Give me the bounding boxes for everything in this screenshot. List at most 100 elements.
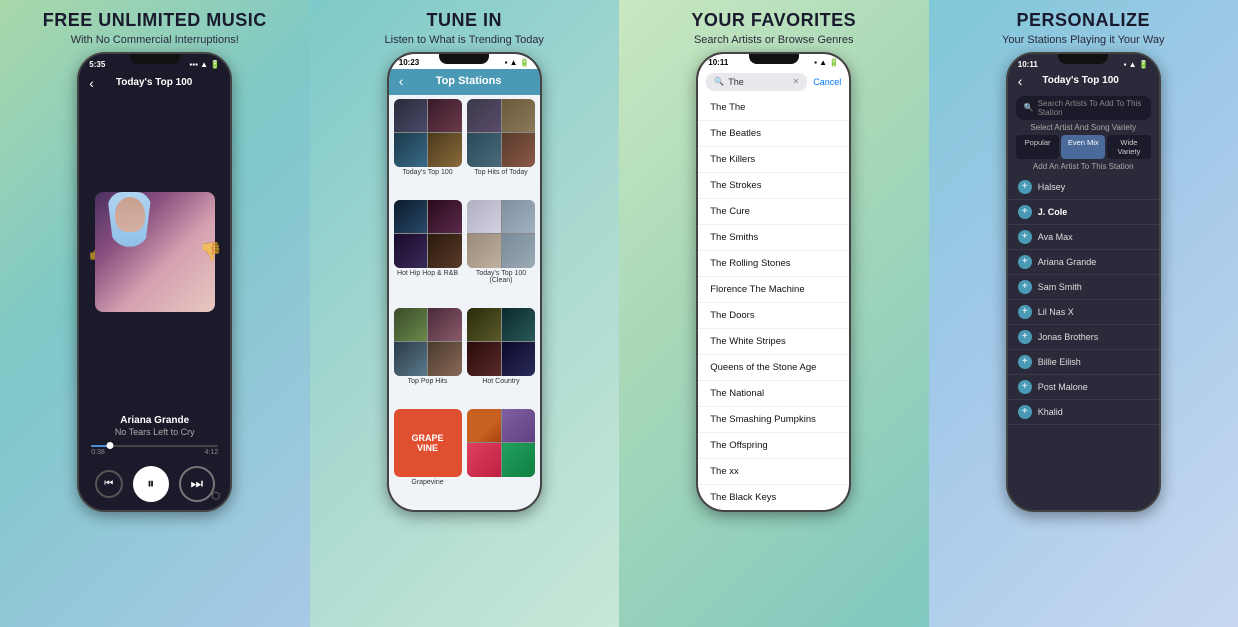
- station-item-0[interactable]: Today's Top 100: [393, 99, 463, 196]
- skip-forward-btn[interactable]: ⏭: [179, 466, 215, 502]
- result-7[interactable]: Florence The Machine: [698, 277, 849, 303]
- artist-item-1[interactable]: + J. Cole: [1008, 200, 1159, 225]
- status-icons-2: ▪ ▲ 🔋: [505, 58, 530, 67]
- player-nav-right[interactable]: 👎: [200, 241, 222, 262]
- variety-evenmix[interactable]: Even Mix: [1061, 135, 1105, 159]
- artist-item-3[interactable]: + Ariana Grande: [1008, 250, 1159, 275]
- station-item-7[interactable]: [466, 409, 536, 506]
- station-img-0: [394, 99, 462, 167]
- search-cancel-btn[interactable]: Cancel: [813, 77, 841, 87]
- add-artist-label: Add An Artist To This Station: [1008, 162, 1159, 171]
- airplay-icon[interactable]: ⬡: [212, 491, 221, 502]
- pause-btn[interactable]: ⏸: [133, 466, 169, 502]
- notch-1: [130, 54, 180, 64]
- panel-tune-in: TUNE IN Listen to What is Trending Today…: [310, 0, 620, 627]
- station-label-1: Top Hits of Today: [474, 169, 528, 176]
- add-icon-8[interactable]: +: [1018, 380, 1032, 394]
- add-icon-7[interactable]: +: [1018, 355, 1032, 369]
- variety-widevariety[interactable]: Wide Variety: [1107, 135, 1151, 159]
- result-3[interactable]: The Strokes: [698, 173, 849, 199]
- add-icon-0[interactable]: +: [1018, 180, 1032, 194]
- station-img-2: [394, 200, 462, 268]
- result-4[interactable]: The Cure: [698, 199, 849, 225]
- pers-search-box[interactable]: 🔍 Search Artists To Add To This Station: [1016, 96, 1151, 120]
- add-icon-2[interactable]: +: [1018, 230, 1032, 244]
- artist-item-9[interactable]: + Khalid: [1008, 400, 1159, 425]
- result-14[interactable]: The xx: [698, 459, 849, 485]
- station-img-7: [467, 409, 535, 477]
- skip-back-btn[interactable]: ⏮: [95, 470, 123, 498]
- add-icon-3[interactable]: +: [1018, 255, 1032, 269]
- pers-screen-title: Today's Top 100: [1026, 75, 1134, 86]
- artist-item-8[interactable]: + Post Malone: [1008, 375, 1159, 400]
- search-clear-icon[interactable]: ✕: [793, 77, 800, 86]
- add-icon-5[interactable]: +: [1018, 305, 1032, 319]
- result-10[interactable]: Queens of the Stone Age: [698, 355, 849, 381]
- result-5[interactable]: The Smiths: [698, 225, 849, 251]
- artist-item-0[interactable]: + Halsey: [1008, 175, 1159, 200]
- panel-free-music: FREE UNLIMITED MUSIC With No Commercial …: [0, 0, 310, 627]
- panel-1-title: FREE UNLIMITED MUSIC: [43, 10, 267, 32]
- result-12[interactable]: The Smashing Pumpkins: [698, 407, 849, 433]
- result-6[interactable]: The Rolling Stones: [698, 251, 849, 277]
- station-item-4[interactable]: Top Pop Hits: [393, 308, 463, 405]
- artist-item-2[interactable]: + Ava Max: [1008, 225, 1159, 250]
- pers-search-icon: 🔍: [1024, 103, 1034, 112]
- station-item-5[interactable]: Hot Country: [466, 308, 536, 405]
- screen-2: 10:23 ▪ ▲ 🔋 ‹ Top Stations Today's Top 1…: [389, 54, 540, 510]
- personalize-header: ‹ Today's Top 100: [1008, 71, 1159, 93]
- pers-back-btn[interactable]: ‹: [1018, 73, 1023, 89]
- station-item-2[interactable]: Hot Hip Hop & R&B: [393, 200, 463, 304]
- artist-item-6[interactable]: + Jonas Brothers: [1008, 325, 1159, 350]
- stations-back[interactable]: ‹: [399, 73, 404, 89]
- panel-1-subtitle: With No Commercial Interruptions!: [71, 34, 239, 46]
- status-time-2: 10:23: [399, 58, 419, 67]
- status-icons-1: ▪▪▪ ▲ 🔋: [189, 60, 220, 69]
- progress-bar[interactable]: [91, 445, 218, 447]
- artist-name-p-4: Sam Smith: [1038, 282, 1082, 292]
- result-8[interactable]: The Doors: [698, 303, 849, 329]
- station-img-5: [467, 308, 535, 376]
- artist-item-7[interactable]: + Billie Eilish: [1008, 350, 1159, 375]
- panel-personalize: PERSONALIZE Your Stations Playing it You…: [929, 0, 1238, 627]
- notch-4: [1058, 54, 1108, 64]
- add-icon-6[interactable]: +: [1018, 330, 1032, 344]
- panel-4-subtitle: Your Stations Playing it Your Way: [1002, 34, 1164, 46]
- stations-header: ‹ Top Stations: [389, 69, 540, 95]
- result-15[interactable]: The Black Keys: [698, 485, 849, 510]
- artist-item-4[interactable]: + Sam Smith: [1008, 275, 1159, 300]
- back-arrow-1[interactable]: ‹: [89, 75, 94, 91]
- search-box[interactable]: 🔍 The ✕: [706, 73, 807, 91]
- progress-area[interactable]: 0:38 4:12: [79, 439, 230, 460]
- station-item-3[interactable]: Today's Top 100 (Clean): [466, 200, 536, 304]
- panel-3-subtitle: Search Artists or Browse Genres: [694, 34, 854, 46]
- artist-name-p-3: Ariana Grande: [1038, 257, 1097, 267]
- variety-popular[interactable]: Popular: [1016, 135, 1060, 159]
- add-icon-4[interactable]: +: [1018, 280, 1032, 294]
- result-0[interactable]: The The: [698, 95, 849, 121]
- time-current: 0:38: [91, 449, 105, 456]
- station-item-1[interactable]: Top Hits of Today: [466, 99, 536, 196]
- progress-dot: [107, 442, 114, 449]
- panel-2-title: TUNE IN: [427, 10, 503, 32]
- stations-grid: Today's Top 100 Top Hits of Today: [389, 95, 540, 510]
- add-icon-1[interactable]: +: [1018, 205, 1032, 219]
- result-1[interactable]: The Beatles: [698, 121, 849, 147]
- phone-1: 5:35 ▪▪▪ ▲ 🔋 ‹ Today's Top 100 👍 👎 Arian…: [77, 52, 232, 512]
- add-icon-9[interactable]: +: [1018, 405, 1032, 419]
- result-11[interactable]: The National: [698, 381, 849, 407]
- variety-label: Select Artist And Song Variety: [1008, 123, 1159, 132]
- status-icons-3: ▪ ▲ 🔋: [814, 58, 839, 67]
- station-img-6: GRAPEVINE: [394, 409, 462, 477]
- artist-item-5[interactable]: + Lil Nas X: [1008, 300, 1159, 325]
- panel-4-title: PERSONALIZE: [1016, 10, 1150, 32]
- result-9[interactable]: The White Stripes: [698, 329, 849, 355]
- artist-name-p-2: Ava Max: [1038, 232, 1073, 242]
- status-time-1: 5:35: [89, 60, 105, 69]
- player-controls: ⏮ ⏸ ⏭ ⬡: [79, 460, 230, 510]
- station-label-5: Hot Country: [482, 378, 519, 385]
- station-item-6[interactable]: GRAPEVINE Grapevine: [393, 409, 463, 506]
- result-13[interactable]: The Offspring: [698, 433, 849, 459]
- figure-head: [115, 197, 145, 232]
- result-2[interactable]: The Killers: [698, 147, 849, 173]
